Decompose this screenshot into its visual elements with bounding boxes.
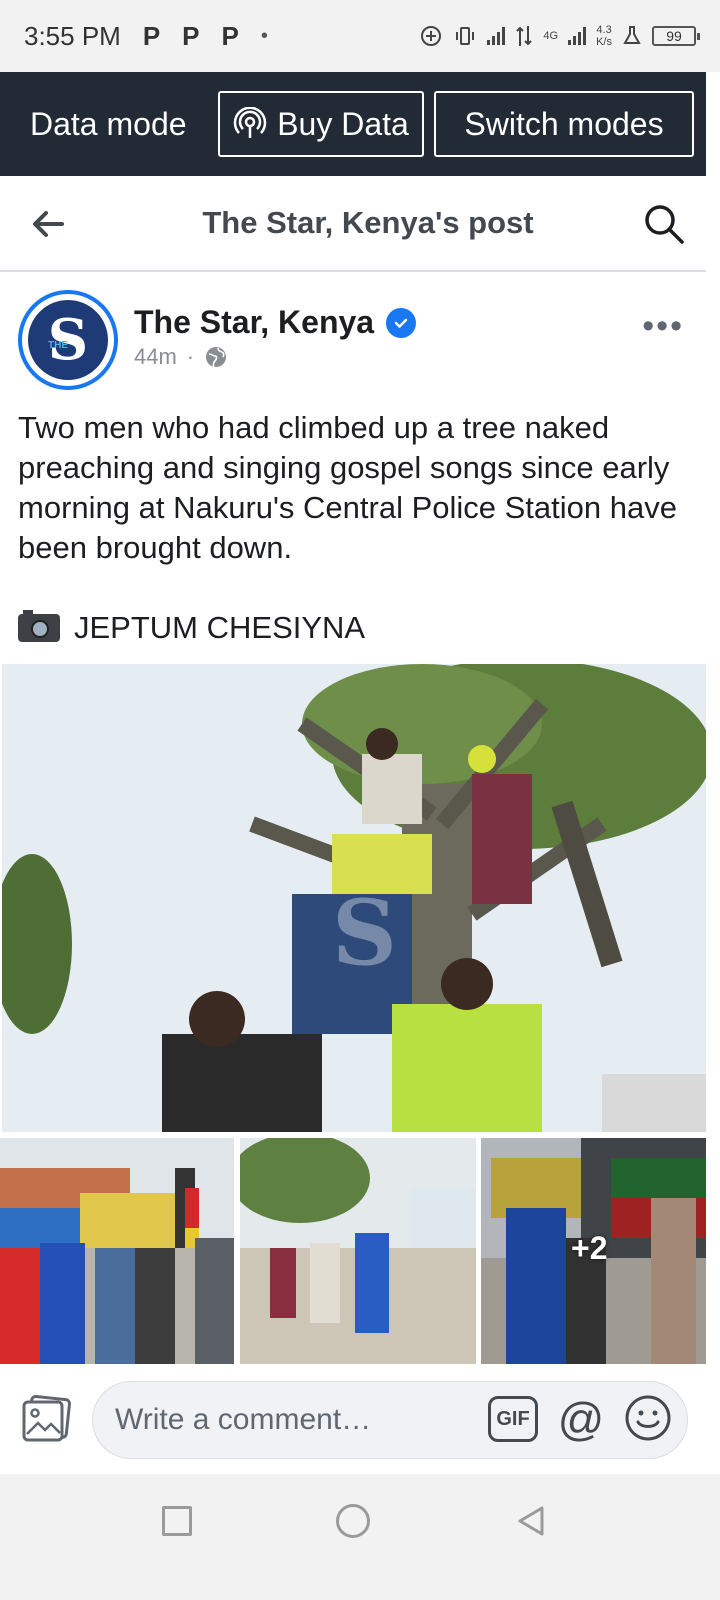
comment-bar: Write a comment… GIF @ <box>0 1364 706 1474</box>
speed-unit: K/s <box>596 36 612 48</box>
recent-apps-icon[interactable] <box>162 1506 192 1536</box>
data-mode-label: Data mode <box>30 105 187 142</box>
lab-icon <box>623 26 641 44</box>
camera-icon <box>18 610 60 642</box>
svg-text:S: S <box>332 880 397 986</box>
thumbnail-photo-1[interactable] <box>0 1138 234 1364</box>
post-time[interactable]: 44m <box>134 344 177 370</box>
broadcast-icon <box>234 107 267 138</box>
street-scene-illustration <box>240 1138 476 1364</box>
add-photo-icon[interactable] <box>20 1394 74 1444</box>
avatar-logo: S THE <box>28 300 108 380</box>
page-name-link[interactable]: The Star, Kenya <box>134 304 417 341</box>
avatar[interactable]: S THE <box>18 290 118 390</box>
home-icon[interactable] <box>336 1504 370 1538</box>
globe-icon <box>206 347 227 368</box>
network-speed: 4.3 K/s <box>596 24 612 48</box>
search-icon[interactable] <box>642 202 686 246</box>
battery-icon: 99 <box>652 26 700 46</box>
main-post-photo[interactable]: S <box>2 664 706 1132</box>
photo-credit-name: JEPTUM CHESIYNA <box>74 610 366 645</box>
avatar-small-text: THE <box>48 340 68 351</box>
page-name: The Star, Kenya <box>134 304 375 340</box>
emoji-icon[interactable] <box>624 1394 672 1442</box>
signal-icon-2 <box>568 27 587 45</box>
data-saver-icon <box>421 26 442 46</box>
more-photos-count: +2 <box>571 1230 608 1266</box>
police-station-scene-illustration <box>0 1138 234 1364</box>
photo-credit: JEPTUM CHESIYNA <box>18 610 365 646</box>
post-meta: 44m · <box>134 344 228 370</box>
notification-p-icon: P <box>221 20 239 51</box>
tree-scene-illustration: S <box>2 664 706 1132</box>
notification-p-icon: P <box>182 20 200 51</box>
mention-button[interactable]: @ <box>556 1394 606 1444</box>
status-time: 3:55 PM <box>24 20 121 51</box>
verified-icon <box>386 307 417 338</box>
notification-dot: • <box>260 24 268 47</box>
post-text: Two men who had climbed up a tree naked … <box>18 410 677 565</box>
thumbnail-photo-3[interactable]: +2 <box>481 1138 706 1364</box>
signal-icon <box>487 27 506 45</box>
page-title: The Star, Kenya's post <box>202 205 534 240</box>
speed-value: 4.3 <box>596 24 612 36</box>
data-mode-bar: Data mode Buy Data Switch modes <box>0 72 706 176</box>
system-nav-bar <box>0 1474 720 1600</box>
buy-data-label: Buy Data <box>277 105 409 142</box>
status-icons: 4G 4.3 K/s 99 <box>419 24 700 48</box>
buy-data-button[interactable]: Buy Data <box>218 91 424 157</box>
meta-separator: · <box>186 344 195 369</box>
more-options-icon[interactable]: ••• <box>642 309 684 343</box>
post-author-row: S THE The Star, Kenya 44m · ••• <box>0 272 706 402</box>
gif-button[interactable]: GIF <box>488 1396 538 1442</box>
notification-p-icon: P <box>142 20 161 51</box>
switch-modes-button[interactable]: Switch modes <box>434 91 694 157</box>
vibrate-icon <box>456 27 475 45</box>
thumbnail-photo-2[interactable] <box>240 1138 476 1364</box>
data-transfer-icon <box>516 26 533 46</box>
post-header-bar: The Star, Kenya's post <box>0 176 706 272</box>
status-bar: 3:55 PM P P P • 4G 4.3 K/s 99 <box>0 0 720 72</box>
switch-modes-label: Switch modes <box>464 105 664 142</box>
back-triangle-icon[interactable] <box>514 1504 548 1538</box>
network-type: 4G <box>543 30 559 42</box>
